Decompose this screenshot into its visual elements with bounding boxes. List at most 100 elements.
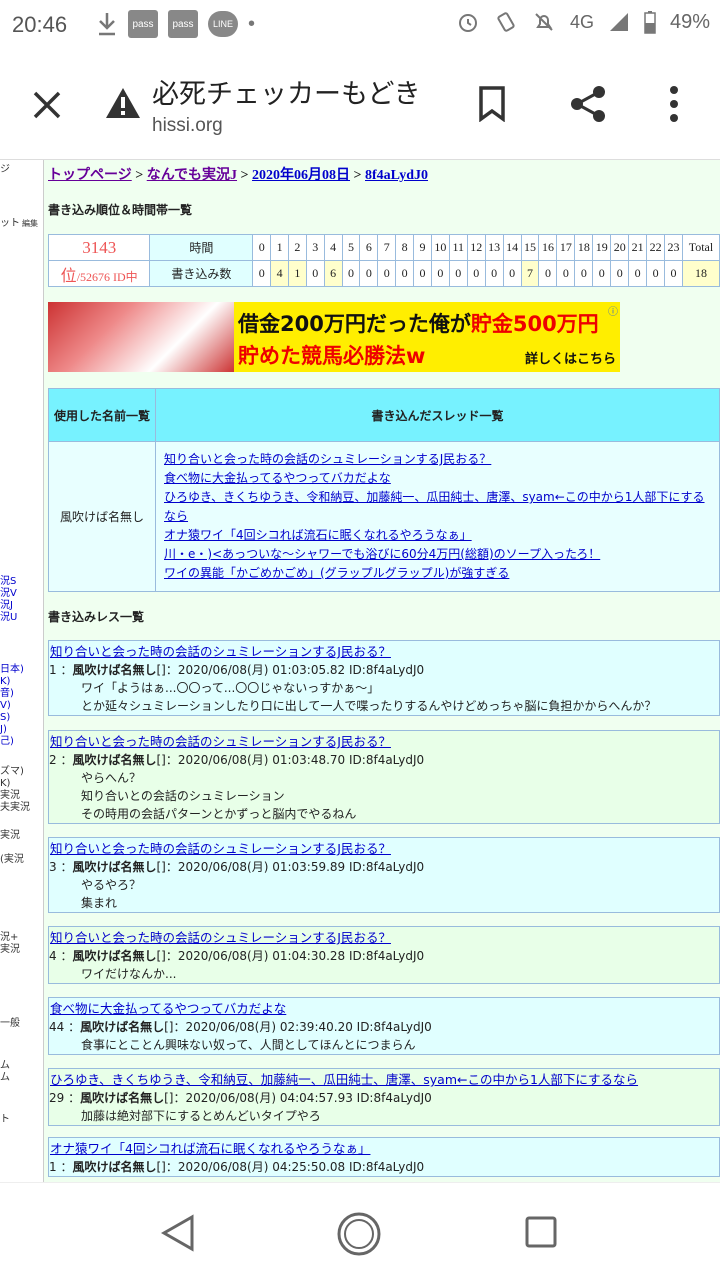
sidebar-fragment[interactable]: ジ [0, 164, 10, 176]
post-date: 2020/06/08(月) 01:03:48.70 ID:8f4aLydJ0 [177, 753, 425, 767]
sidebar-fragment[interactable]: ム [0, 1072, 10, 1084]
thread-link[interactable]: 食べ物に大金払ってるやつってバカだよな [164, 469, 713, 488]
thread-link[interactable]: ひろゆき、きくちゆうき、令和納豆、加藤純一、瓜田純士、唐澤、syam←この中から… [164, 488, 713, 526]
sidebar-fragment[interactable]: ズマ) [0, 766, 24, 778]
sidebar-fragment[interactable]: 況S [0, 576, 16, 588]
sidebar-fragment[interactable]: J) [0, 724, 7, 736]
more-menu-icon[interactable] [668, 86, 680, 122]
sidebar-fragment[interactable]: K) [0, 778, 10, 790]
count-cell: 6 [323, 260, 343, 287]
posts-section-heading: 書き込みレス一覧 [48, 610, 145, 624]
thread-link[interactable]: オナ猿ワイ「4回シコれば流石に眠くなれるやろうなぁ」 [164, 526, 713, 545]
post-bracket: [] [164, 1091, 174, 1105]
post: 知り合いと会った時の会話のシュミレーションするJ民おる？ 3 ：風吹けば名無し[]… [48, 837, 720, 913]
warning-icon[interactable] [104, 86, 142, 120]
post-thread-link[interactable]: オナ猿ワイ「4回シコれば流石に眠くなれるやろうなぁ」 [49, 1140, 719, 1158]
post-thread-link[interactable]: ひろゆき、きくちゆうき、令和納豆、加藤純一、瓜田純士、唐澤、syam←この中から… [49, 1071, 719, 1089]
post-thread-link[interactable]: 知り合いと会った時の会話のシュミレーションするJ民おる？ [49, 733, 719, 751]
bookmark-icon[interactable] [478, 86, 506, 122]
hour-cell: 12 [466, 234, 486, 261]
post-number: 44 [49, 1020, 65, 1034]
sidebar-fragment[interactable]: S) [0, 712, 10, 724]
sidebar-fragment[interactable]: 編集 [22, 218, 38, 230]
sidebar-fragment[interactable]: 況V [0, 588, 17, 600]
sidebar-fragment[interactable]: 己) [0, 736, 14, 748]
ad-banner[interactable]: 借金200万円だった俺が貯金500万円 貯めた競馬必勝法w 詳しくはこちら ⓘ [48, 302, 620, 372]
sidebar-fragment[interactable]: 実況 [0, 944, 20, 956]
post-author: 風吹けば名無し [72, 663, 157, 677]
back-icon[interactable] [160, 1213, 196, 1253]
sidebar-fragment[interactable]: V) [0, 700, 11, 712]
sidebar-fragment[interactable]: 一般 [0, 1018, 20, 1030]
sidebar-fragment[interactable]: ット [0, 218, 20, 230]
count-cell: 0 [574, 260, 594, 287]
battery-percent: 49% [669, 10, 710, 33]
sidebar-fragment[interactable]: 実況 [0, 790, 20, 802]
status-time: 20:46 [12, 12, 68, 37]
post-author: 風吹けば名無し [80, 1091, 165, 1105]
post-body-line: やるやろ？ [81, 878, 142, 892]
sidebar-fragment[interactable]: 実況 [0, 830, 20, 842]
hour-cell: 0 [252, 234, 272, 261]
post-thread-link[interactable]: 知り合いと会った時の会話のシュミレーションするJ民おる？ [49, 643, 719, 661]
rank-hour-table: 3143 時間 0 1 2 3 4 5 6 7 8 9 10 11 12 13 14 15 16 17 18 19 20… [47, 234, 720, 287]
close-icon[interactable] [32, 90, 62, 120]
post-thread-link[interactable]: 食べ物に大金払ってるやつってバカだよな [49, 1000, 719, 1018]
post-meta: 29 ：風吹けば名無し[]：2020/06/08(月) 04:04:57.93 … [49, 1091, 432, 1105]
share-icon[interactable] [568, 84, 608, 124]
thread-link[interactable]: ワイの異能「かごめかごめ」(グラップルグラップル)が強すぎる [164, 564, 713, 583]
page-url[interactable]: hissi.org [152, 115, 223, 137]
breadcrumb-id-link[interactable]: 8f4aLydJ0 [365, 168, 428, 183]
breadcrumb-date-link[interactable]: 2020年06月08日 [252, 168, 350, 183]
post-date: 2020/06/08(月) 02:39:40.20 ID:8f4aLydJ0 [185, 1020, 432, 1034]
hour-cell: 5 [341, 234, 361, 261]
post-thread-link[interactable]: 知り合いと会った時の会話のシュミレーションするJ民おる？ [49, 929, 719, 947]
hour-cell: 7 [377, 234, 397, 261]
poster-name: 風吹けば名無し [48, 441, 156, 592]
hour-cell: 15 [520, 234, 540, 261]
count-cell: 0 [413, 260, 432, 287]
breadcrumb-board-link[interactable]: なんでも実況J [147, 168, 237, 183]
thread-link[interactable]: 川・e・)<あっついな〜シャワーでも浴びに60分4万円(総額)のソープ入ったろ！ [164, 545, 713, 564]
post-number: 3 [49, 860, 57, 874]
breadcrumb-top-link[interactable]: トップページ [48, 168, 132, 183]
post-body-line: ワイ「ようはぁ...〇〇って...〇〇じゃないっすかぁ〜」 [81, 681, 380, 695]
post-date: 2020/06/08(月) 01:03:05.82 ID:8f4aLydJ0 [177, 663, 425, 677]
count-cell: 0 [359, 260, 379, 287]
sidebar-fragment[interactable]: ム [0, 1060, 10, 1072]
post-thread-link[interactable]: 知り合いと会った時の会話のシュミレーションするJ民おる？ [49, 840, 719, 858]
thread-link[interactable]: 知り合いと会った時の会話のシュミレーションするJ民おる？ [164, 450, 713, 469]
sidebar-fragment[interactable]: 況+ [0, 932, 18, 944]
recents-icon[interactable] [524, 1215, 558, 1249]
count-cell: 0 [592, 260, 612, 287]
sidebar-fragment[interactable]: 況U [0, 612, 17, 624]
post: 知り合いと会った時の会話のシュミレーションするJ民おる？ 2 ：風吹けば名無し[]… [48, 730, 720, 824]
page-title: 必死チェッカーもどき [152, 79, 421, 110]
hour-cell: 2 [288, 234, 307, 261]
post-bracket: [] [156, 949, 166, 963]
time-label: 時間 [149, 234, 254, 261]
hour-cell: 14 [502, 234, 522, 261]
sidebar-fragment[interactable]: 夫実況 [0, 802, 30, 814]
sidebar-fragment[interactable]: K) [0, 676, 10, 688]
ad-cta[interactable]: 詳しくはこちら [525, 348, 616, 367]
count-cell: 0 [252, 260, 272, 287]
web-page: ジット 編集 況S 況V 況J 況U 日本) K) 音) V) S) J) 己) ズマ) K) 実況 夫実況 実況… [0, 160, 720, 1182]
count-cell: 0 [341, 260, 361, 287]
hour-cell: 11 [448, 234, 468, 261]
count-cell: 0 [305, 260, 325, 287]
breadcrumb-sep: > [135, 168, 144, 183]
home-icon[interactable] [336, 1211, 382, 1257]
ad-info-icon[interactable]: ⓘ [608, 303, 618, 318]
hour-cell: 16 [538, 234, 558, 261]
sidebar-fragment[interactable]: ト [0, 1114, 10, 1126]
sidebar-fragment[interactable]: 況J [0, 600, 13, 612]
horse-racing-image [48, 302, 234, 372]
sidebar-fragment[interactable]: 日本) [0, 664, 24, 676]
sidebar-fragment[interactable]: 音) [0, 688, 14, 700]
ad-line-1a: 借金200万円だった俺が [238, 312, 471, 336]
count-cell: 0 [502, 260, 522, 287]
hour-cell: 23 [664, 234, 683, 261]
sidebar-fragment[interactable]: (実況 [0, 854, 24, 866]
count-cell: 1 [288, 260, 307, 287]
